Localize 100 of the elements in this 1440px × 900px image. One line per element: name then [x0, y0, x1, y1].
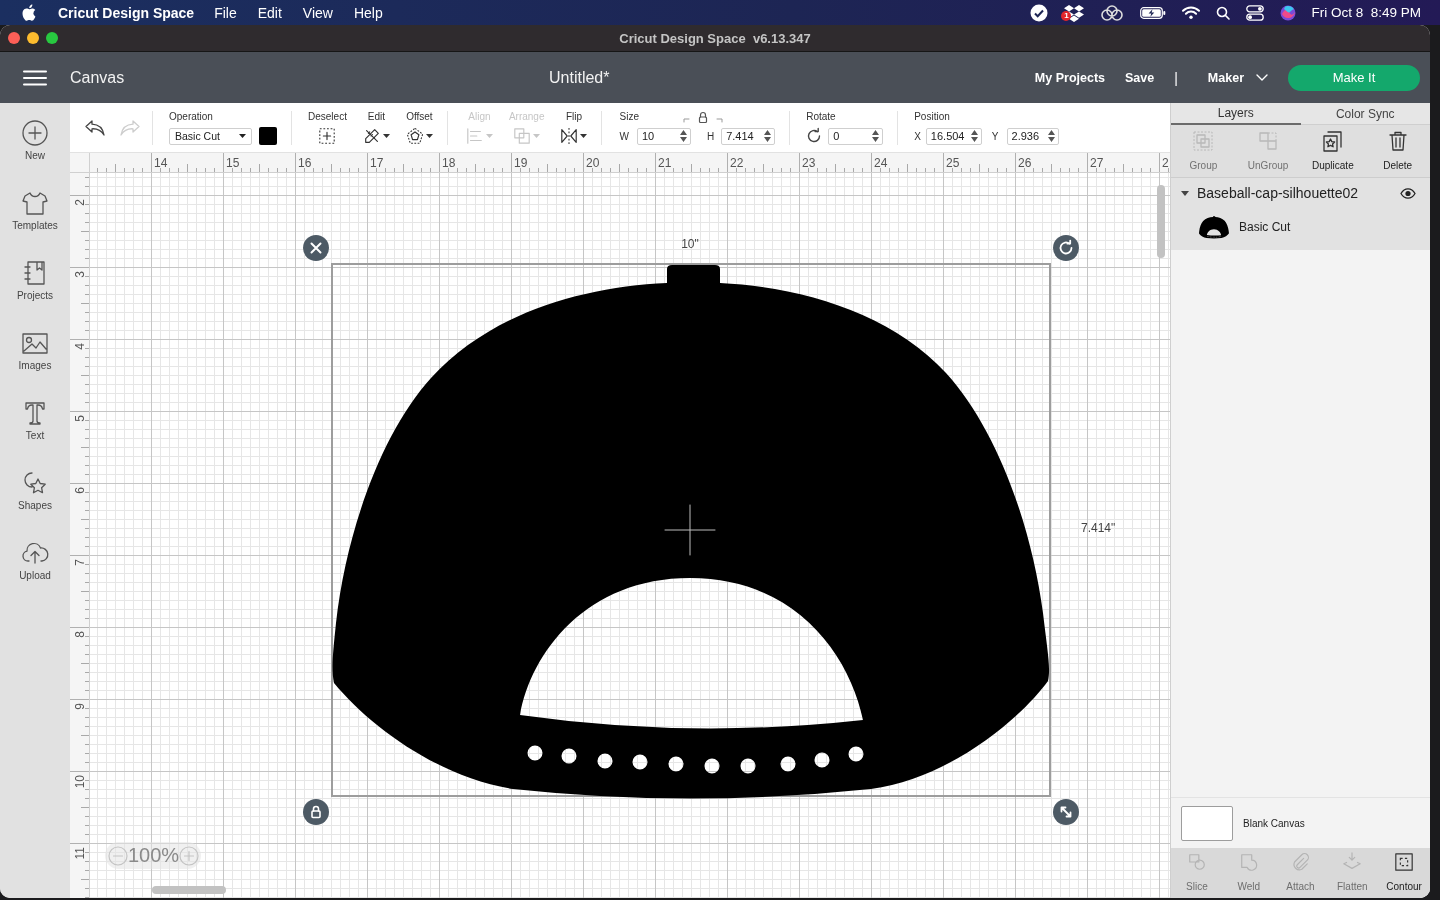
images-button[interactable]: Images — [0, 323, 70, 393]
menu-item[interactable]: Help — [353, 4, 383, 21]
window-title: Cricut Design Space v6.13.347 — [619, 30, 811, 46]
height-label: H — [706, 130, 715, 142]
close-window-icon[interactable] — [8, 32, 20, 44]
layer-item[interactable]: Basic Cut — [1171, 208, 1430, 246]
my-projects-link[interactable]: My Projects — [1034, 70, 1105, 85]
ruler-number: 5 — [72, 415, 87, 422]
size-label: Size — [619, 111, 640, 123]
ruler-number: 19 — [514, 156, 528, 170]
ruler-number: 10 — [72, 775, 87, 789]
height-dimension: 7.414" — [1081, 521, 1116, 535]
menu-item[interactable]: View — [302, 4, 333, 21]
projects-button[interactable]: Projects — [0, 253, 70, 323]
stepper-icon — [872, 130, 880, 142]
check-circle-icon[interactable] — [1030, 3, 1049, 22]
undo-icon[interactable] — [84, 118, 106, 137]
ruler-number: 26 — [1018, 156, 1032, 170]
dashed-pentagon-icon — [405, 127, 424, 145]
menu-item[interactable]: Edit — [257, 4, 282, 21]
selected-cap-drawing[interactable] — [331, 263, 1051, 797]
toggle-switches-icon[interactable] — [1246, 4, 1265, 21]
cap-thumbnail-icon — [1199, 215, 1229, 239]
ruler-number: 25 — [946, 156, 960, 170]
close-icon[interactable] — [303, 235, 329, 261]
search-icon[interactable] — [1216, 5, 1231, 20]
three-rings-icon[interactable] — [1100, 3, 1125, 22]
paperclip-icon — [1290, 852, 1311, 872]
operation-label: Operation — [169, 111, 214, 123]
deselect-button[interactable]: Deselect — [308, 111, 347, 145]
offset-button[interactable]: Offset — [405, 111, 433, 145]
color-swatch-icon[interactable] — [259, 127, 277, 145]
dashed-square-icon — [1394, 852, 1415, 872]
width-label: W — [619, 130, 629, 142]
templates-button[interactable]: Templates — [0, 183, 70, 253]
edit-button[interactable]: Edit — [362, 111, 390, 145]
caret-icon — [239, 134, 246, 138]
horizontal-scrollbar[interactable] — [152, 886, 226, 894]
new-button[interactable]: New — [0, 113, 70, 183]
delete-button[interactable]: Delete — [1365, 125, 1430, 177]
separator: | — [1174, 69, 1178, 86]
notification-badge: 1 — [1061, 10, 1072, 21]
clock[interactable]: Fri Oct 8 8:49 PM — [1311, 5, 1421, 20]
eye-icon[interactable] — [1400, 187, 1416, 199]
width-field[interactable]: 10 — [636, 127, 691, 145]
flip-button[interactable]: Flip — [560, 111, 588, 145]
flip-triangles-icon — [560, 127, 579, 145]
ruler-number: 27 — [1090, 156, 1104, 170]
ruler-number: 20 — [586, 156, 600, 170]
stacked-squares-icon — [513, 127, 532, 145]
battery-icon[interactable] — [1140, 6, 1167, 19]
rotate-icon — [806, 128, 823, 144]
ruler-number: 7 — [72, 559, 87, 566]
text-button[interactable]: Text — [0, 393, 70, 463]
section-title: Canvas — [70, 68, 125, 87]
operation-dropdown[interactable]: Basic Cut — [169, 127, 252, 145]
align-left-icon — [465, 127, 484, 145]
stepper-icon — [764, 130, 772, 142]
height-field[interactable]: 7.414 — [721, 127, 776, 145]
ruler-number: 16 — [298, 156, 312, 170]
blank-canvas-label: Blank Canvas — [1243, 817, 1305, 829]
design-canvas[interactable]: 14 15 16 17 18 19 20 21 22 23 24 25 26 27 2 2 3 4 5 6 7 8 9 10 11 10" 7.414" 100% — [70, 153, 1170, 898]
menu-item[interactable]: File — [214, 4, 237, 21]
menu-icon[interactable] — [23, 69, 47, 86]
zoom-window-icon[interactable] — [46, 32, 58, 44]
chevron-down-icon — [1256, 74, 1268, 81]
x-field[interactable]: 16.504 — [925, 127, 982, 145]
lock-icon[interactable] — [303, 799, 329, 825]
document-title: Untitled* — [549, 68, 610, 87]
ruler-number: 15 — [226, 156, 240, 170]
duplicate-button[interactable]: Duplicate — [1300, 125, 1366, 177]
x-label: X — [914, 130, 921, 142]
save-link[interactable]: Save — [1125, 70, 1155, 85]
contour-button[interactable]: Contour — [1378, 848, 1430, 898]
ruler-number: 22 — [730, 156, 744, 170]
y-field[interactable]: 2.936 — [1006, 127, 1059, 145]
rotation-field[interactable]: 0 — [828, 127, 884, 145]
app-menu[interactable]: Cricut Design Space — [58, 4, 195, 21]
width-dimension: 10" — [681, 237, 699, 251]
pencil-ruler-icon — [362, 127, 381, 145]
resize-icon[interactable] — [1053, 799, 1079, 825]
apple-icon[interactable] — [22, 4, 36, 21]
rotate-label: Rotate — [806, 111, 837, 123]
stepper-icon — [970, 130, 978, 142]
wifi-icon[interactable] — [1182, 6, 1201, 19]
triangle-down-icon[interactable] — [1181, 189, 1189, 197]
rotate-icon[interactable] — [1053, 235, 1079, 261]
lock-icon[interactable] — [683, 111, 724, 123]
layers-arrow-icon — [1342, 852, 1363, 872]
ruler-number: 2 — [72, 199, 87, 206]
shapes-button[interactable]: Shapes — [0, 463, 70, 533]
machine-dropdown[interactable]: Maker — [1207, 70, 1268, 85]
color-orb-icon[interactable] — [1280, 4, 1297, 21]
upload-button[interactable]: Upload — [0, 533, 70, 603]
canvas-swatch-icon[interactable] — [1181, 805, 1233, 841]
vertical-scrollbar[interactable] — [1157, 185, 1165, 258]
crosshair-icon — [665, 505, 715, 555]
layer-name[interactable]: Baseball-cap-silhouette02 — [1197, 185, 1392, 201]
minimize-window-icon[interactable] — [27, 32, 39, 44]
grouped-squares-icon — [1192, 130, 1215, 152]
